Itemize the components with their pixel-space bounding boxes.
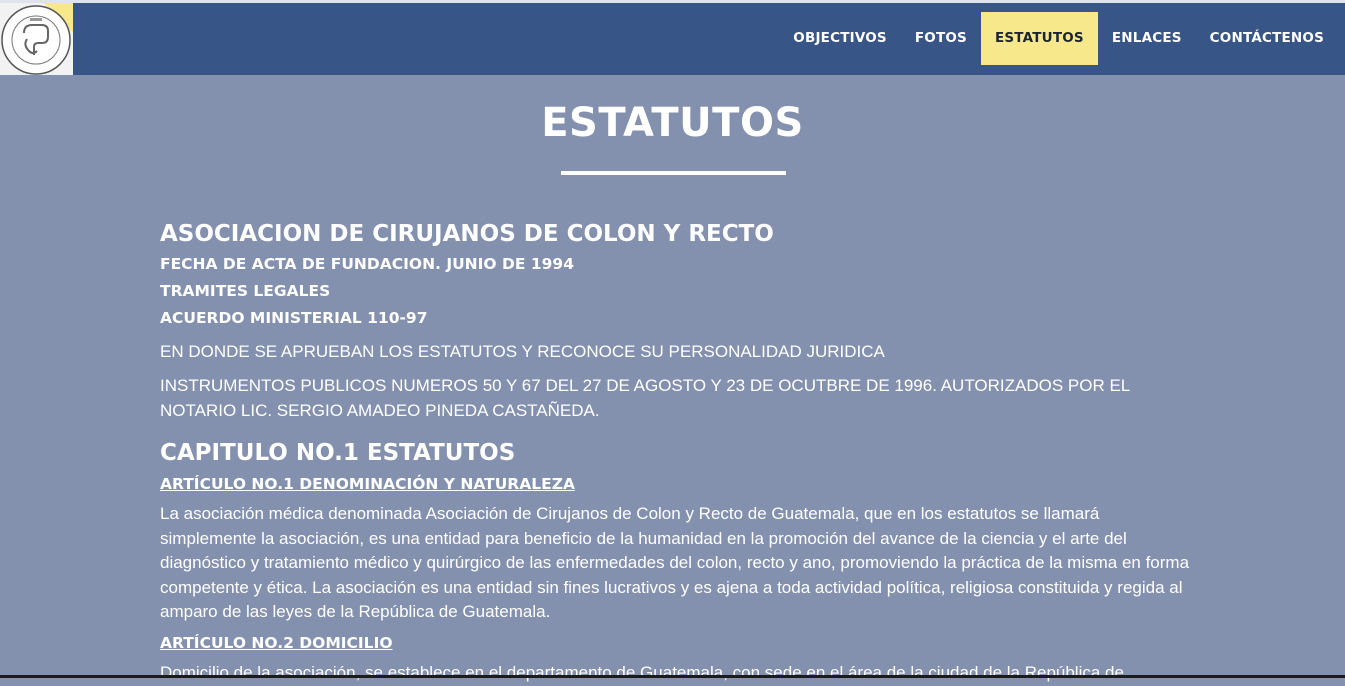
statutes-content: ASOCIACION DE CIRUJANOS DE COLON Y RECTO… bbox=[160, 218, 1190, 686]
approval-text: EN DONDE SE APRUEBAN LOS ESTATUTOS Y REC… bbox=[160, 342, 885, 361]
chapter-heading: CAPITULO NO.1 ESTATUTOS bbox=[160, 440, 516, 466]
legal-procedures-heading: TRAMITES LEGALES bbox=[160, 282, 331, 300]
nav-item-fotos[interactable]: FOTOS bbox=[901, 12, 981, 65]
article-2-body: Domicilio de la asociación, se establece… bbox=[160, 662, 1124, 682]
nav-item-enlaces[interactable]: ENLACES bbox=[1098, 12, 1196, 65]
title-underline bbox=[561, 171, 786, 175]
nav-item-contactenos[interactable]: CONTÁCTENOS bbox=[1196, 12, 1338, 65]
association-seal-logo[interactable] bbox=[0, 3, 73, 75]
ministerial-agreement: ACUERDO MINISTERIAL 110-97 bbox=[160, 309, 428, 327]
nav-item-estatutos[interactable]: ESTATUTOS bbox=[980, 12, 1098, 65]
association-heading: ASOCIACION DE CIRUJANOS DE COLON Y RECTO bbox=[160, 221, 774, 247]
page-title: ESTATUTOS bbox=[541, 100, 804, 146]
instruments-text: INSTRUMENTOS PUBLICOS NUMEROS 50 Y 67 DE… bbox=[160, 376, 1130, 420]
article-1-title[interactable]: ARTÍCULO NO.1 DENOMINACIÓN Y NATURALEZA bbox=[160, 470, 1190, 498]
nav-item-objectivos[interactable]: OBJECTIVOS bbox=[779, 12, 901, 65]
article-1-body: La asociación médica denominada Asociaci… bbox=[160, 504, 1190, 622]
top-navbar: OBJECTIVOS FOTOS ESTATUTOS ENLACES CONTÁ… bbox=[0, 3, 1345, 75]
founding-date: FECHA DE ACTA DE FUNDACION. JUNIO DE 199… bbox=[160, 255, 574, 273]
main-nav: OBJECTIVOS FOTOS ESTATUTOS ENLACES CONTÁ… bbox=[779, 12, 1338, 65]
article-2-title[interactable]: ARTÍCULO NO.2 DOMICILIO bbox=[160, 629, 1190, 657]
